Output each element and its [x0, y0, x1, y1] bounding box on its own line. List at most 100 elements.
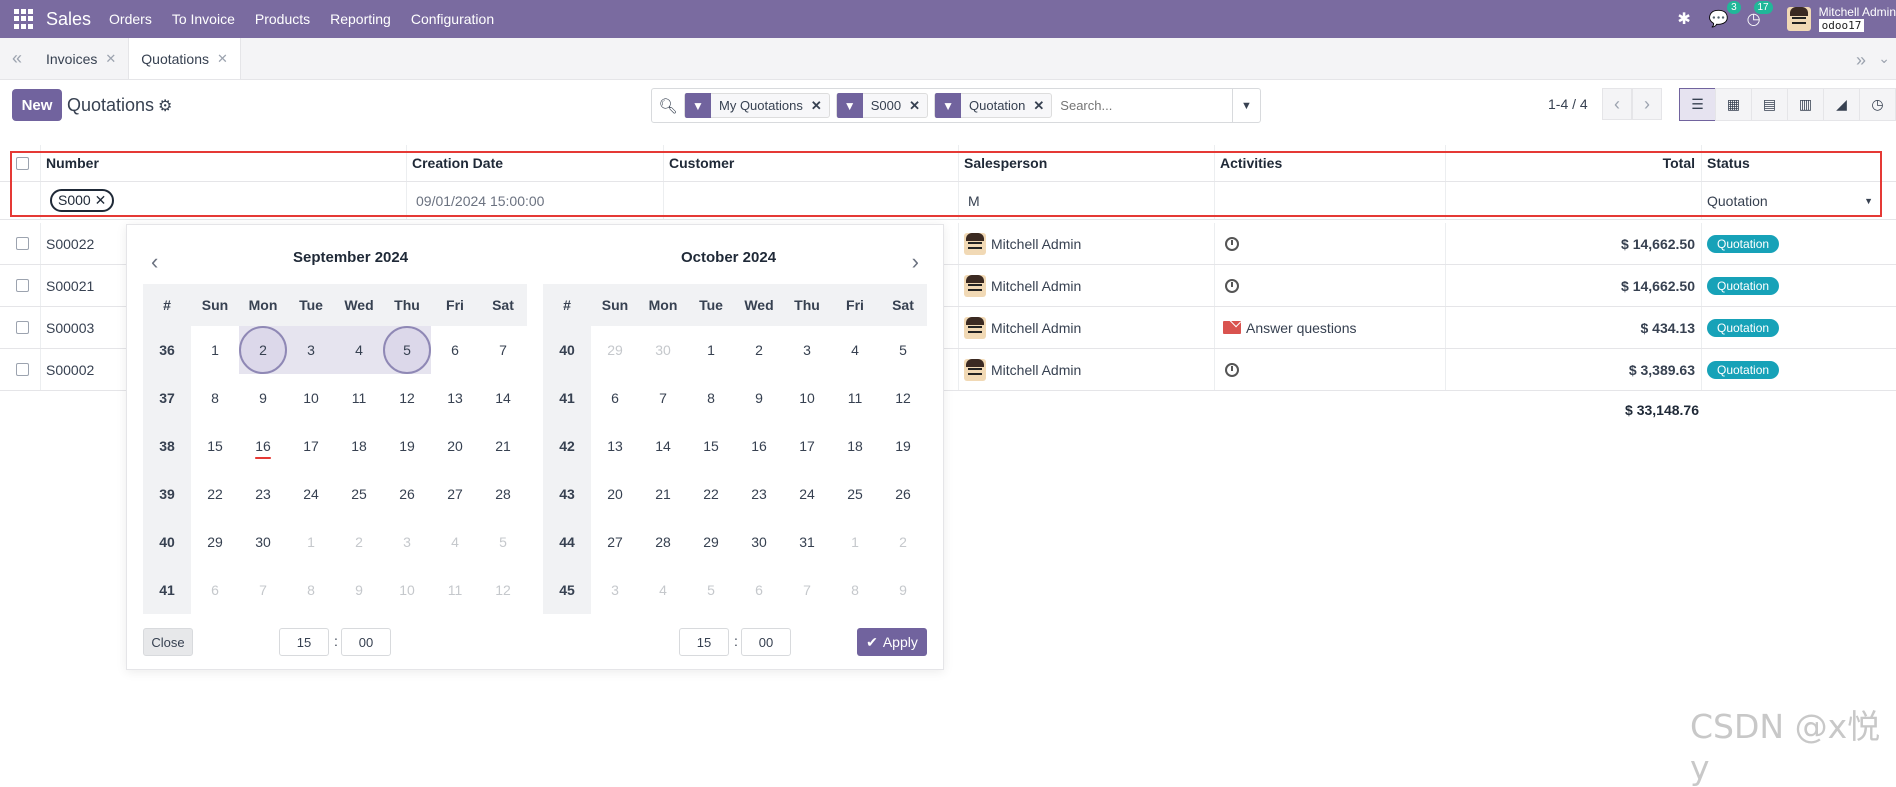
calendar-day[interactable]: 3: [287, 326, 335, 374]
calendar-day[interactable]: 6: [191, 582, 239, 598]
calendar-day[interactable]: 22: [687, 486, 735, 502]
col-status[interactable]: Status: [1701, 145, 1881, 181]
calendar-day[interactable]: 2: [879, 534, 927, 550]
cell-activities[interactable]: Answer questions: [1214, 307, 1445, 348]
calendar-day[interactable]: 6: [591, 390, 639, 406]
calendar-day[interactable]: 7: [783, 582, 831, 598]
creation-date-filter-input[interactable]: 09/01/2024 15:00:00: [406, 182, 663, 219]
customer-filter-input[interactable]: [663, 182, 958, 219]
calendar-day[interactable]: 1: [191, 342, 239, 358]
calendar-day[interactable]: 5: [687, 582, 735, 598]
number-filter[interactable]: S000 ✕: [40, 182, 406, 219]
menu-to-invoice[interactable]: To Invoice: [172, 11, 235, 27]
calendar-day[interactable]: 30: [239, 534, 287, 550]
calendar-day[interactable]: 2: [335, 534, 383, 550]
user-avatar[interactable]: [1786, 7, 1811, 31]
activity-clock-icon[interactable]: [1225, 362, 1239, 377]
list-view-icon[interactable]: ☰: [1679, 88, 1716, 121]
calendar-day[interactable]: 22: [191, 486, 239, 502]
apply-button[interactable]: ✔ Apply: [857, 628, 927, 656]
select-all-checkbox[interactable]: [16, 156, 29, 170]
calendar-day[interactable]: 7: [479, 342, 527, 358]
new-button[interactable]: New: [12, 89, 62, 121]
calendar-day[interactable]: 24: [287, 486, 335, 502]
col-customer[interactable]: Customer: [663, 145, 958, 181]
salesperson-filter-input[interactable]: M: [958, 182, 1214, 219]
right-minute-input[interactable]: 00: [741, 628, 791, 656]
apps-grid-icon[interactable]: [14, 9, 34, 29]
calendar-day[interactable]: 7: [239, 582, 287, 598]
close-icon[interactable]: ✕: [217, 51, 228, 67]
total-filter-input[interactable]: [1445, 182, 1701, 219]
cell-activities[interactable]: [1214, 265, 1445, 306]
calendar-day[interactable]: 1: [687, 342, 735, 358]
calendar-day[interactable]: 5: [879, 342, 927, 358]
number-filter-chip[interactable]: S000 ✕: [50, 189, 115, 212]
calendar-day[interactable]: 21: [479, 438, 527, 454]
calendar-day[interactable]: 2: [735, 342, 783, 358]
row-checkbox-cell[interactable]: [0, 265, 40, 306]
calendar-day[interactable]: 5: [383, 326, 431, 374]
graph-view-icon[interactable]: ◢: [1823, 88, 1860, 121]
calendar-day[interactable]: 25: [831, 486, 879, 502]
calendar-day[interactable]: 8: [687, 390, 735, 406]
close-icon[interactable]: ✕: [105, 51, 116, 67]
calendar-day[interactable]: 6: [735, 582, 783, 598]
calendar-day[interactable]: 7: [639, 390, 687, 406]
pager-previous-button[interactable]: ‹: [1602, 88, 1632, 120]
tab-invoices[interactable]: Invoices ✕: [34, 38, 128, 79]
calendar-day[interactable]: 1: [831, 534, 879, 550]
activity-view-icon[interactable]: ◷: [1859, 88, 1896, 121]
debug-bug-icon[interactable]: ✱: [1677, 9, 1690, 29]
remove-chip-icon[interactable]: ✕: [95, 192, 107, 208]
app-name[interactable]: Sales: [46, 9, 91, 30]
calendar-day[interactable]: 20: [591, 486, 639, 502]
row-checkbox[interactable]: [16, 363, 29, 376]
calendar-day[interactable]: 4: [639, 582, 687, 598]
row-checkbox-cell[interactable]: [0, 349, 40, 390]
calendar-day[interactable]: 12: [479, 582, 527, 598]
activity-clock-icon[interactable]: [1225, 278, 1239, 293]
menu-orders[interactable]: Orders: [109, 11, 152, 27]
email-icon[interactable]: [1223, 321, 1241, 334]
calendar-day[interactable]: 16: [735, 438, 783, 454]
calendar-day[interactable]: 11: [335, 390, 383, 406]
calendar-day[interactable]: 15: [191, 438, 239, 454]
row-checkbox[interactable]: [16, 237, 29, 250]
calendar-day[interactable]: 18: [831, 438, 879, 454]
pager-next-button[interactable]: ›: [1632, 88, 1662, 120]
calendar-day[interactable]: 3: [383, 534, 431, 550]
search-icon[interactable]: 🔍︎: [652, 97, 684, 115]
status-filter-select[interactable]: Quotation ▼: [1701, 182, 1881, 219]
menu-configuration[interactable]: Configuration: [411, 11, 494, 27]
remove-facet-icon[interactable]: ✕: [811, 98, 829, 114]
calendar-day[interactable]: 10: [783, 390, 831, 406]
calendar-day[interactable]: 9: [239, 390, 287, 406]
calendar-day[interactable]: 16: [239, 438, 287, 454]
next-month-arrow-icon[interactable]: ›: [912, 249, 919, 275]
search-input[interactable]: [1058, 97, 1209, 114]
calendar-day[interactable]: 30: [735, 534, 783, 550]
search-options-toggle[interactable]: ▼: [1232, 89, 1260, 122]
pivot-view-icon[interactable]: ▥: [1787, 88, 1824, 121]
calendar-day[interactable]: 29: [591, 342, 639, 358]
calendar-day[interactable]: 13: [591, 438, 639, 454]
calendar-day[interactable]: 2: [239, 326, 287, 374]
left-minute-input[interactable]: 00: [341, 628, 391, 656]
gear-icon[interactable]: ⚙: [158, 96, 172, 116]
calendar-day[interactable]: 11: [431, 582, 479, 598]
activity-clock-icon[interactable]: ◷ 17: [1747, 1, 1773, 29]
col-activities[interactable]: Activities: [1214, 145, 1445, 181]
calendar-day[interactable]: 12: [383, 390, 431, 406]
select-all-checkbox-cell[interactable]: [0, 145, 40, 181]
calendar-day[interactable]: 3: [591, 582, 639, 598]
calendar-day[interactable]: 23: [239, 486, 287, 502]
calendar-day[interactable]: 15: [687, 438, 735, 454]
calendar-day[interactable]: 6: [431, 342, 479, 358]
calendar-day[interactable]: 10: [287, 390, 335, 406]
calendar-day[interactable]: 29: [687, 534, 735, 550]
calendar-day[interactable]: 4: [335, 326, 383, 374]
close-button[interactable]: Close: [143, 628, 193, 656]
previous-month-arrow-icon[interactable]: ‹: [151, 249, 158, 275]
col-total[interactable]: Total: [1445, 145, 1701, 181]
